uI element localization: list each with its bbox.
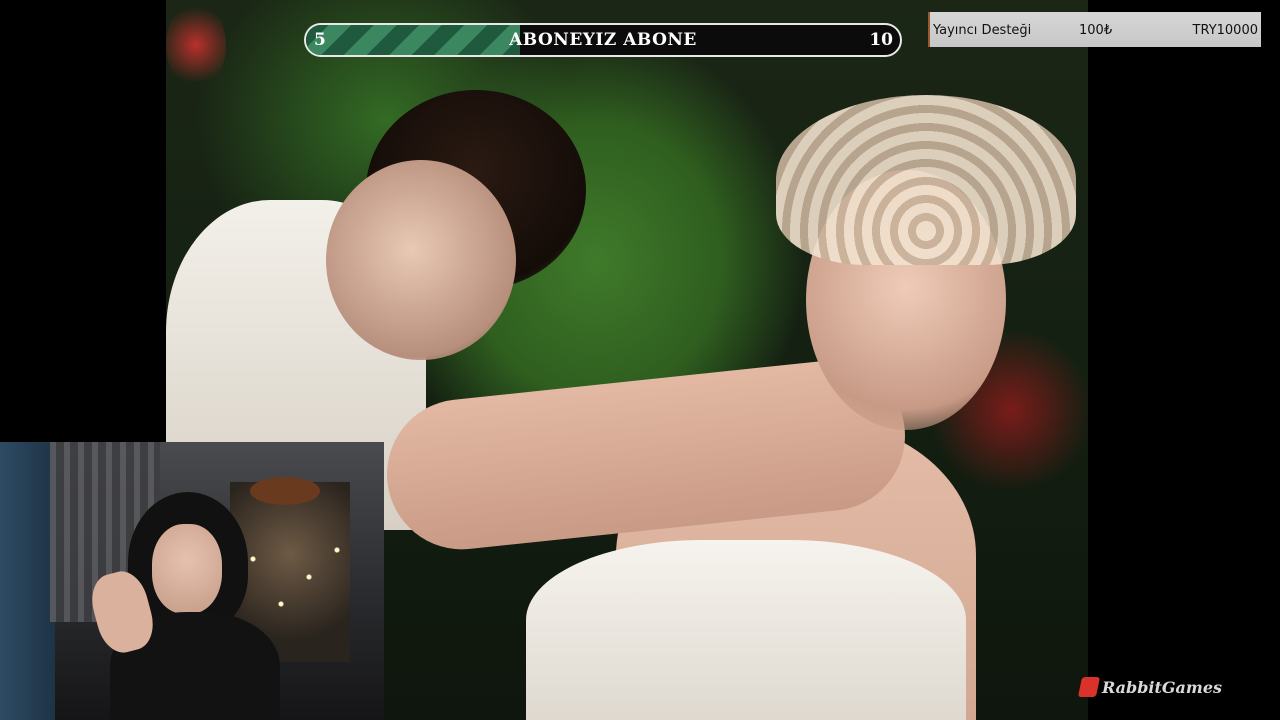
brand-logo-icon <box>1077 677 1101 697</box>
video-scene-flower-crown <box>776 95 1076 265</box>
video-scene-person-top-2 <box>526 540 966 720</box>
donation-target: TRY10000 <box>1192 23 1258 38</box>
watermark-text: RabbitGames <box>1102 677 1223 697</box>
video-scene-person-face <box>326 160 516 360</box>
webcam-overlay <box>0 442 384 720</box>
video-scene-roses <box>166 0 226 90</box>
donation-accent-bar <box>928 12 930 47</box>
goal-title: ABONEYIZ ABONE <box>509 30 697 50</box>
donation-widget: Yayıncı Desteği 100₺ TRY10000 <box>928 12 1261 47</box>
webcam-hat-decoration <box>250 477 320 505</box>
streamer-face <box>152 524 222 614</box>
channel-watermark: RabbitGames <box>1077 676 1223 698</box>
goal-end-value: 10 <box>869 30 893 50</box>
webcam-window-background <box>0 442 55 720</box>
donation-amount: 100₺ <box>1079 23 1113 38</box>
subscriber-goal-bar: 5 ABONEYIZ ABONE 10 <box>304 23 902 57</box>
donation-label: Yayıncı Desteği <box>933 23 1032 38</box>
